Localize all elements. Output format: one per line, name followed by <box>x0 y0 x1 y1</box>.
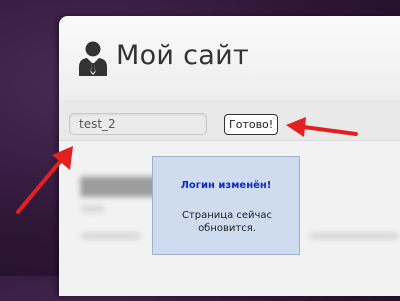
site-header: Мой сайт <box>59 16 400 101</box>
user-tie-icon <box>79 41 107 76</box>
popup-message: Страница сейчас обновится. <box>181 210 273 234</box>
done-button[interactable]: Готово! <box>224 114 279 135</box>
popup-title: Логин изменён! <box>180 180 272 191</box>
site-title: Мой сайт <box>116 40 250 71</box>
arrow-to-button-icon <box>286 117 358 137</box>
blurred-line <box>81 206 105 212</box>
notification-popup: Логин изменён! Страница сейчас обновится… <box>152 156 300 255</box>
blurred-line <box>81 233 141 239</box>
blurred-line <box>309 233 399 239</box>
login-name-input[interactable] <box>69 113 207 135</box>
arrow-to-input-icon <box>16 146 73 214</box>
